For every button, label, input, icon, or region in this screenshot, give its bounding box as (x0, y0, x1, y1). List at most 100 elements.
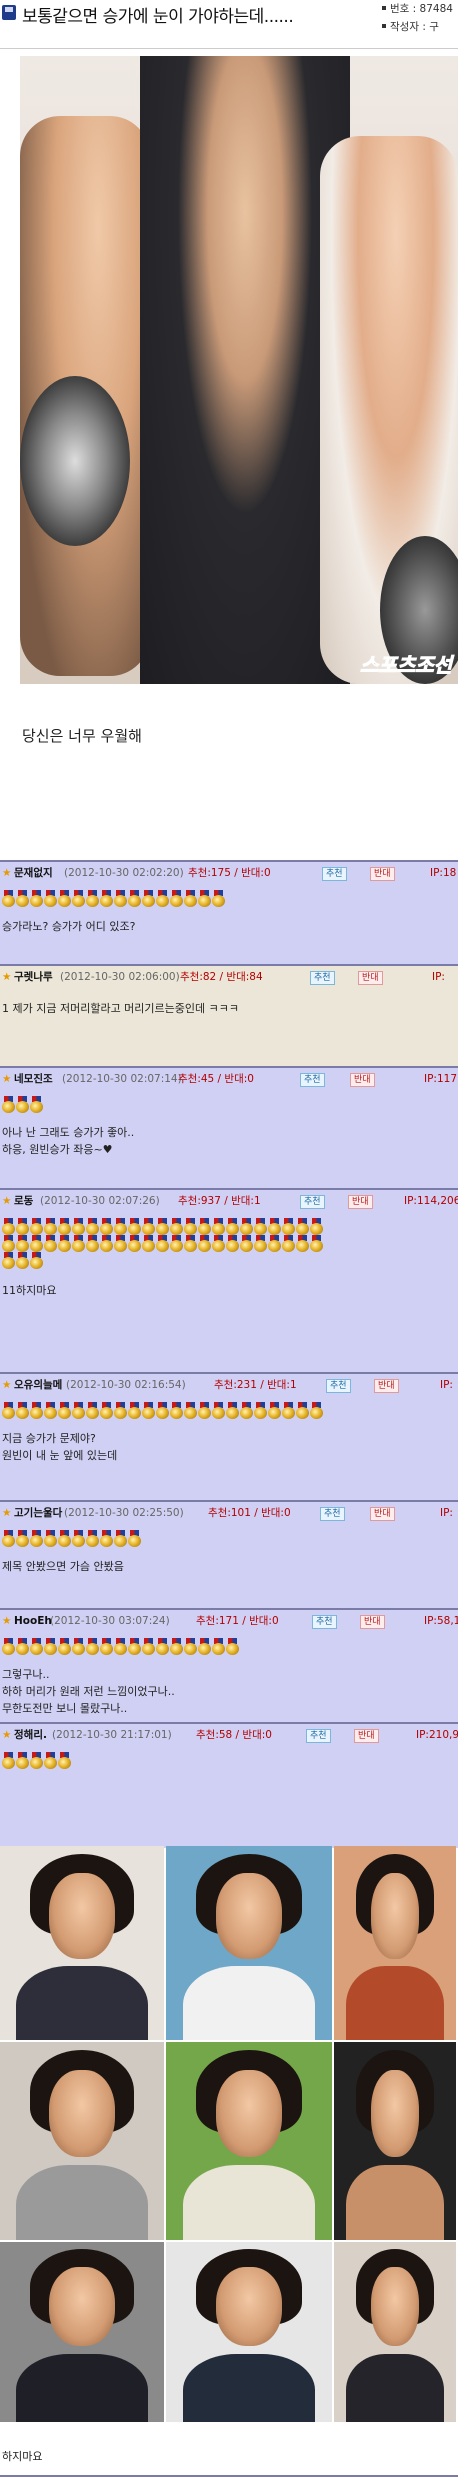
comment-header: ★ 로동 (2012-10-30 02:07:26) 추천:937 / 반대:1 추천 반… (0, 1190, 458, 1212)
medal-icon (240, 1235, 253, 1252)
medal-icon (72, 1235, 85, 1252)
post-author: 작성자 : 구 (390, 21, 439, 33)
commenter-nickname[interactable]: HooEh (14, 1610, 52, 1632)
post-meta: 번호 : 87484 작성자 : 구 (382, 0, 453, 36)
recommend-button[interactable]: 추천 (300, 1195, 325, 1209)
medal-icon (58, 890, 71, 907)
oppose-button[interactable]: 반대 (350, 1073, 375, 1087)
comparison-photo (0, 1846, 164, 2040)
recommend-button[interactable]: 추천 (306, 1729, 331, 1743)
comment-ip: IP:18 (430, 867, 457, 879)
medal-icon (254, 1402, 267, 1419)
medal-icon (100, 890, 113, 907)
comparison-photo (334, 2042, 456, 2240)
medal-icon (72, 890, 85, 907)
comment: ★ 고기는울다 (2012-10-30 02:25:50) 추천:101 / 반대:0… (0, 1500, 458, 1610)
recommend-button[interactable]: 추천 (300, 1073, 325, 1087)
medal-icon (310, 1235, 323, 1252)
comparison-photo (166, 1846, 332, 2040)
oppose-button[interactable]: 반대 (370, 867, 395, 881)
person-face (215, 2267, 283, 2347)
comment-votes: 추천:101 / 반대:0 (208, 1507, 291, 1519)
commenter-nickname[interactable]: 로동 (14, 1190, 33, 1212)
star-icon: ★ (2, 1507, 12, 1519)
oppose-button[interactable]: 반대 (360, 1615, 385, 1629)
commenter-nickname[interactable]: 정해리. (14, 1724, 47, 1746)
medal-icon (30, 890, 43, 907)
person-face (49, 1873, 115, 1959)
comment-votes: 추천:45 / 반대:0 (178, 1073, 254, 1085)
commenter-nickname[interactable]: 구렛나루 (14, 966, 53, 988)
medal-icon (2, 1235, 15, 1252)
comment-ip: IP: (432, 971, 445, 983)
medal-icon (44, 1235, 57, 1252)
medal-icon (2, 1752, 15, 1769)
comment-text: 그렇구나.. (2, 1668, 50, 1681)
recommend-button[interactable]: 추천 (326, 1379, 351, 1393)
medal-icon (2, 1218, 15, 1235)
oppose-button[interactable]: 반대 (348, 1195, 373, 1209)
recommend-button[interactable]: 추천 (322, 867, 347, 881)
comment-date: (2012-10-30 02:02:20) (64, 867, 184, 879)
medal-icon (142, 1235, 155, 1252)
medal-icon (100, 1530, 113, 1547)
post-title: 보통같으면 승가에 눈이 가야하는데...... (22, 7, 294, 27)
medal-icon (114, 1402, 127, 1419)
person-torso (182, 1966, 316, 2040)
recommend-button[interactable]: 추천 (312, 1615, 337, 1629)
person-torso (182, 2164, 316, 2240)
comment-votes: 추천:82 / 반대:84 (180, 971, 263, 983)
comment-date: (2012-10-30 02:25:50) (64, 1507, 184, 1519)
comment-header: ★ HooEh (2012-10-30 03:07:24) 추천:171 / 반대:0… (0, 1610, 458, 1632)
medal-icon (128, 1218, 141, 1235)
comment-body (0, 1746, 458, 1848)
medal-icon (254, 1218, 267, 1235)
medal-icon (16, 1218, 29, 1235)
medal-icon (58, 1235, 71, 1252)
medal-icon (156, 1235, 169, 1252)
medal-icon (44, 1402, 57, 1419)
comment-body: 지금 승가가 문제야? 원빈이 내 눈 앞에 있는데 (0, 1396, 458, 1502)
medal-icon (128, 1235, 141, 1252)
medal-icon (16, 1752, 29, 1769)
recommend-button[interactable]: 추천 (310, 971, 335, 985)
medal-icon (100, 1218, 113, 1235)
medal-icon (170, 890, 183, 907)
medal-icon (268, 1402, 281, 1419)
oppose-button[interactable]: 반대 (358, 971, 383, 985)
medal-icon (142, 1638, 155, 1655)
comment-ip: IP:117 (424, 1073, 458, 1085)
commenter-nickname[interactable]: 문재없지 (14, 862, 53, 884)
medal-icon (310, 1402, 323, 1419)
post-header: 보통같으면 승가에 눈이 가야하는데...... 번호 : 87484 작성자 … (0, 0, 458, 56)
person-face (49, 2069, 115, 2157)
medal-icon (170, 1638, 183, 1655)
comment: ★ 로동 (2012-10-30 02:07:26) 추천:937 / 반대:1 추천 반… (0, 1188, 458, 1374)
comparison-photo (0, 2242, 164, 2422)
comparison-photo (166, 2042, 332, 2240)
medal-icon (58, 1402, 71, 1419)
person-face (49, 2267, 115, 2347)
oppose-button[interactable]: 반대 (354, 1729, 379, 1743)
oppose-button[interactable]: 반대 (374, 1379, 399, 1393)
comment-header: ★ 네모진조 (2012-10-30 02:07:14) 추천:45 / 반대:0 추천… (0, 1068, 458, 1090)
medal-icon (226, 1402, 239, 1419)
medal-icon (100, 1638, 113, 1655)
commenter-nickname[interactable]: 오유의늘메 (14, 1374, 62, 1396)
medal-icon (198, 1402, 211, 1419)
medal-icon (212, 1235, 225, 1252)
oppose-button[interactable]: 반대 (370, 1507, 395, 1521)
commenter-nickname[interactable]: 고기는울다 (14, 1502, 62, 1524)
recommend-button[interactable]: 추천 (320, 1507, 345, 1521)
medal-icon (44, 1218, 57, 1235)
comment-body: 그렇구나.. 하하 머리가 원래 저런 느낌이었구나.. 무한도전만 보니 몰랐구나… (0, 1632, 458, 1724)
comment-date: (2012-10-30 21:17:01) (52, 1729, 172, 1741)
medal-icon (30, 1530, 43, 1547)
medal-icon (2, 1096, 15, 1113)
commenter-nickname[interactable]: 네모진조 (14, 1068, 53, 1090)
comment-votes: 추천:937 / 반대:1 (178, 1195, 261, 1207)
medal-icon (268, 1235, 281, 1252)
comment: ★ 정해리. (2012-10-30 21:17:01) 추천:58 / 반대:0 추천… (0, 1722, 458, 1848)
medal-icon (16, 1638, 29, 1655)
person-torso (182, 2353, 316, 2422)
